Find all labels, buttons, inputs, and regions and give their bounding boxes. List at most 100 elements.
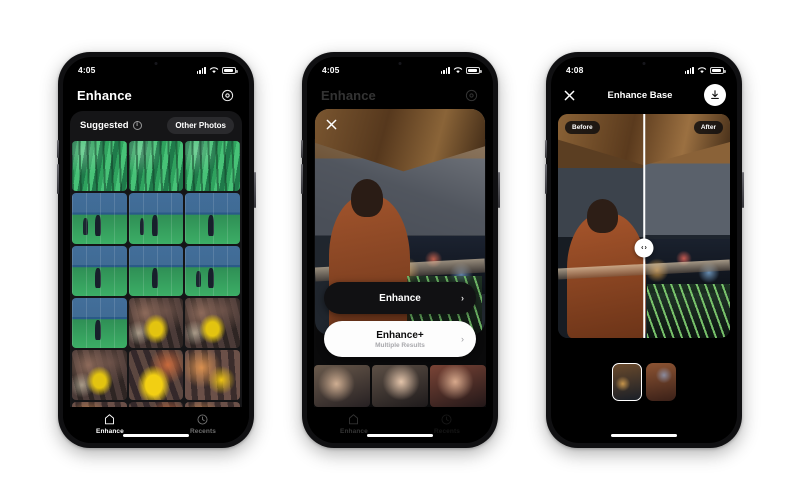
compare-header: Enhance Base	[551, 79, 737, 111]
action-sheet: Enhance › Enhance+ Multiple Results ›	[324, 282, 476, 357]
before-after-compare[interactable]: ‹ › Before After	[558, 114, 730, 338]
tab-recents-label: Recents	[189, 428, 216, 435]
status-icons	[196, 66, 238, 74]
enhance-button[interactable]: Enhance ›	[324, 282, 476, 314]
enhance-plus-label: Enhance+	[376, 329, 424, 341]
page-title: Enhance Base	[607, 89, 673, 101]
battery-icon	[222, 66, 238, 74]
tab-recents[interactable]: Recents	[190, 413, 216, 435]
enhance-plus-sublabel: Multiple Results	[375, 341, 425, 349]
result-thumbnail-selected[interactable]	[612, 362, 642, 401]
photo-filmstrip[interactable]	[314, 365, 486, 407]
section-title-group: Suggested i	[80, 120, 142, 131]
wifi-icon	[697, 67, 707, 74]
compare-slider-handle-icon[interactable]: ‹ ›	[634, 238, 654, 258]
handle-left-chevron: ‹	[641, 244, 644, 252]
close-icon[interactable]	[562, 88, 576, 102]
filmstrip-thumbnail[interactable]	[314, 365, 370, 407]
status-time: 4:08	[566, 65, 584, 75]
photo-thumbnail[interactable]	[128, 402, 184, 407]
page-title: Enhance	[77, 87, 132, 103]
notch	[125, 57, 187, 72]
battery-icon	[466, 66, 482, 74]
photo-thumbnail[interactable]	[72, 245, 127, 296]
phone-2-screen: 4:05 Enhance Su	[307, 57, 493, 443]
power-button[interactable]	[497, 172, 500, 208]
preview-subject-head	[350, 179, 383, 218]
home-icon	[105, 414, 115, 425]
notch	[613, 57, 675, 72]
photo-thumbnail[interactable]	[185, 245, 240, 296]
before-label: Before	[565, 121, 600, 134]
wifi-icon	[209, 67, 219, 74]
photo-thumbnail[interactable]	[128, 350, 184, 401]
notch	[369, 57, 431, 72]
tab-bar: Enhance Recents	[63, 407, 249, 443]
front-camera-dot	[154, 62, 158, 65]
cellular-signal-icon	[440, 66, 450, 74]
photo-thumbnail[interactable]	[72, 297, 127, 349]
app-header: Enhance	[63, 79, 249, 111]
home-indicator[interactable]	[367, 434, 433, 437]
photo-thumbnail[interactable]	[128, 141, 184, 192]
screenshot-stage: 4:05 Enhance Suggested i Other Photos En…	[0, 0, 800, 500]
photo-thumbnail[interactable]	[128, 245, 184, 296]
front-camera-dot	[642, 62, 646, 65]
photo-grid-container[interactable]	[70, 139, 242, 407]
status-icons	[684, 66, 726, 74]
photo-thumbnail[interactable]	[72, 193, 127, 244]
result-thumbnail-strip	[551, 338, 737, 443]
gear-icon[interactable]	[220, 88, 235, 103]
clock-icon	[197, 414, 208, 425]
phone-3: 4:08 Enhance Base ‹ › Before After	[544, 52, 744, 448]
status-icons	[440, 66, 482, 74]
photo-thumbnail[interactable]	[185, 193, 240, 244]
photo-thumbnail[interactable]	[185, 350, 240, 401]
photo-thumbnail[interactable]	[128, 193, 184, 244]
tab-enhance-label: Enhance	[96, 428, 124, 435]
home-indicator[interactable]	[611, 434, 677, 437]
download-icon	[711, 90, 719, 100]
close-glyph	[326, 119, 337, 130]
front-camera-dot	[398, 62, 402, 65]
cellular-signal-icon	[684, 66, 694, 74]
close-icon[interactable]	[324, 117, 339, 132]
download-button[interactable]	[703, 84, 726, 106]
phone-1: 4:05 Enhance Suggested i Other Photos En…	[56, 52, 256, 448]
close-glyph	[564, 90, 574, 100]
cellular-signal-icon	[196, 66, 206, 74]
photo-thumbnail[interactable]	[185, 402, 240, 407]
tab-enhance[interactable]: Enhance	[96, 413, 124, 435]
battery-icon	[710, 66, 726, 74]
photo-thumbnail[interactable]	[128, 297, 184, 349]
wifi-icon	[453, 67, 463, 74]
after-label: After	[693, 121, 723, 134]
power-button[interactable]	[741, 172, 744, 208]
info-icon[interactable]: i	[132, 120, 142, 130]
status-time: 4:05	[322, 65, 340, 75]
phone-3-screen: 4:08 Enhance Base ‹ › Before After	[551, 57, 737, 443]
enhance-plus-button[interactable]: Enhance+ Multiple Results ›	[324, 321, 476, 357]
chevron-right-icon: ›	[461, 334, 464, 344]
filmstrip-thumbnail[interactable]	[372, 365, 428, 407]
photo-thumbnail[interactable]	[72, 402, 127, 407]
compare-foliage	[647, 284, 730, 338]
handle-right-chevron: ›	[644, 244, 647, 252]
home-indicator[interactable]	[123, 434, 189, 437]
power-button[interactable]	[253, 172, 256, 208]
photo-thumbnail[interactable]	[72, 350, 127, 401]
photo-thumbnail[interactable]	[72, 141, 127, 192]
photo-thumbnail[interactable]	[185, 297, 240, 349]
enhance-button-label: Enhance	[379, 292, 421, 304]
filmstrip-thumbnail[interactable]	[430, 365, 486, 407]
photo-grid	[70, 139, 242, 407]
photo-thumbnail[interactable]	[185, 141, 240, 192]
section-bar: Suggested i Other Photos	[70, 111, 242, 139]
compare-divider	[643, 114, 645, 338]
phone-1-screen: 4:05 Enhance Suggested i Other Photos En…	[63, 57, 249, 443]
status-time: 4:05	[78, 65, 96, 75]
chevron-right-icon: ›	[461, 293, 464, 303]
other-photos-button[interactable]: Other Photos	[167, 116, 234, 134]
compare-subject-head	[587, 199, 619, 233]
result-thumbnail[interactable]	[646, 362, 676, 401]
